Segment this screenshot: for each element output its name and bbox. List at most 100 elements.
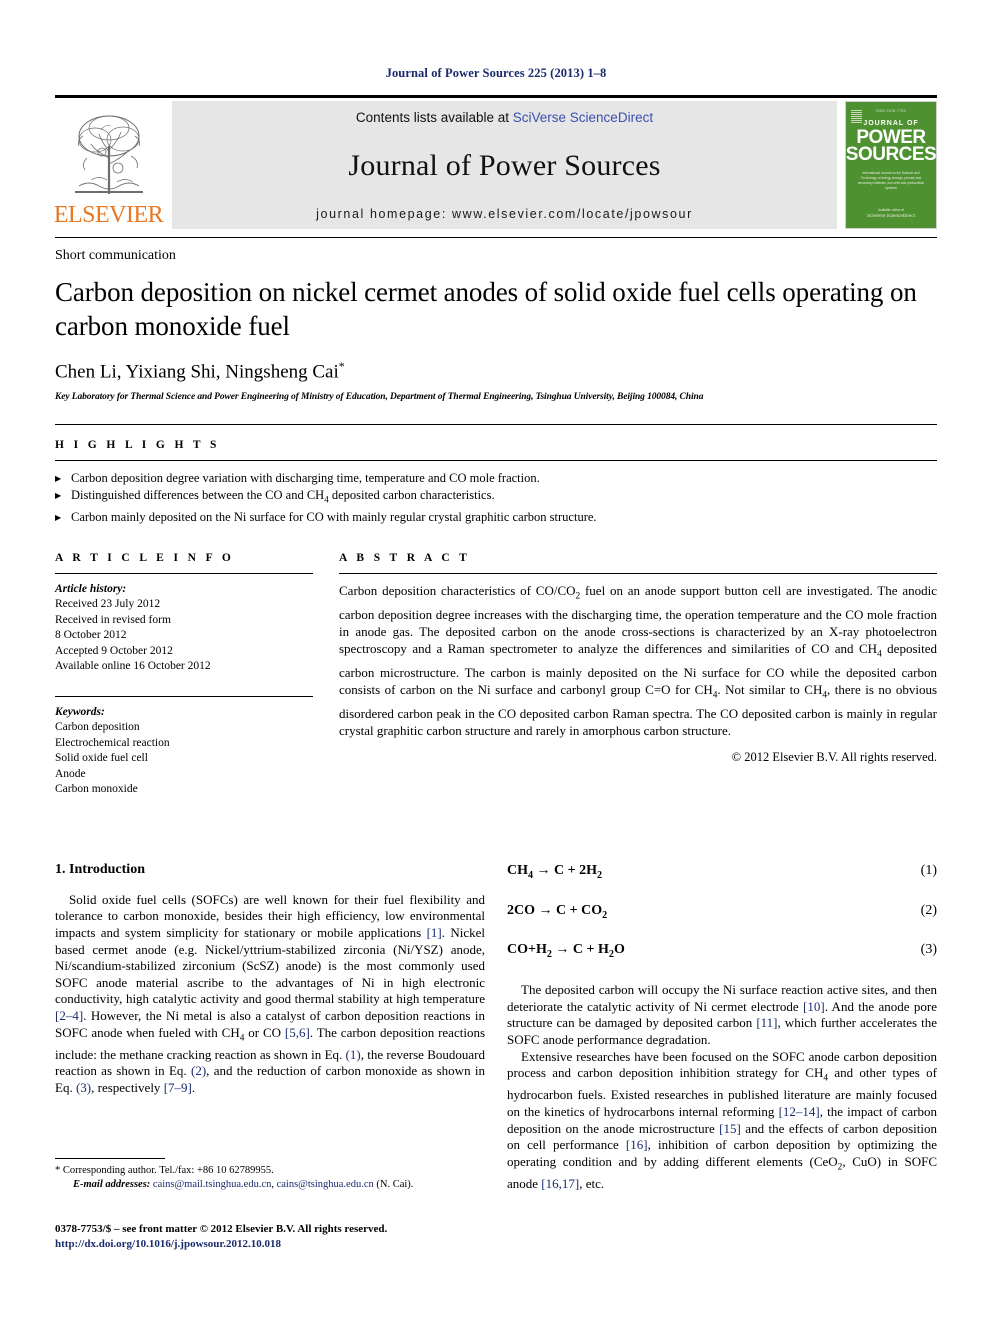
- citation-link[interactable]: [7–9]: [164, 1080, 192, 1095]
- paper-page: Journal of Power Sources 225 (2013) 1–8: [0, 0, 992, 1323]
- article-history-label: Article history:: [55, 582, 127, 595]
- journal-homepage-link[interactable]: journal homepage: www.elsevier.com/locat…: [316, 207, 693, 221]
- article-history-block: Article history: Received 23 July 2012 R…: [55, 574, 313, 675]
- elsevier-tree-icon: [74, 115, 143, 194]
- imprint-line: 0378-7753/$ – see front matter © 2012 El…: [55, 1223, 388, 1235]
- body-column-gap: [485, 862, 507, 1193]
- highlights-label: H I G H L I G H T S: [55, 439, 220, 452]
- journal-cover-thumbnail: ISSN 0378-7753 JOURNAL OF POWER SOURCES …: [845, 101, 937, 229]
- keyword-item: Solid oxide fuel cell: [55, 752, 148, 765]
- citation-link[interactable]: [10]: [803, 999, 825, 1014]
- highlight-text: Carbon mainly deposited on the Ni surfac…: [71, 509, 597, 524]
- history-item: Received 23 July 2012: [55, 598, 161, 611]
- history-item: 8 October 2012: [55, 629, 127, 642]
- cover-elsevier-mark: [851, 110, 862, 123]
- abstract-column: A B S T R A C T Carbon deposition charac…: [339, 552, 937, 798]
- body-columns: 1. Introduction Solid oxide fuel cells (…: [55, 862, 937, 1193]
- journal-title: Journal of Power Sources: [348, 149, 661, 182]
- article-info-column: A R T I C L E I N F O Article history: R…: [55, 552, 313, 798]
- contents-available-line: Contents lists available at SciVerse Sci…: [356, 110, 653, 125]
- equation-link[interactable]: (1): [346, 1047, 361, 1062]
- paragraph: Extensive researches have been focused o…: [507, 1048, 937, 1191]
- highlight-text: Carbon deposition degree variation with …: [71, 471, 540, 486]
- keywords-block: Keywords: Carbon deposition Electrochemi…: [55, 697, 313, 798]
- citation-link[interactable]: [12–14]: [779, 1104, 820, 1119]
- masthead-top-rule: [55, 95, 937, 98]
- equation-number: (3): [920, 942, 937, 958]
- body-left-column: 1. Introduction Solid oxide fuel cells (…: [55, 862, 485, 1193]
- paragraph: Solid oxide fuel cells (SOFCs) are well …: [55, 891, 486, 1095]
- doi-link[interactable]: http://dx.doi.org/10.1016/j.jpowsour.201…: [55, 1237, 525, 1252]
- author-list: Chen Li, Yixiang Shi, Ningsheng Cai*: [55, 359, 937, 383]
- info-abstract-row: A R T I C L E I N F O Article history: R…: [55, 552, 937, 798]
- corresponding-author-marker: *: [338, 359, 345, 373]
- keyword-item: Carbon monoxide: [55, 783, 138, 796]
- list-item: Distinguished differences between the CO…: [55, 487, 937, 509]
- keyword-item: Carbon deposition: [55, 721, 140, 734]
- paragraph: The deposited carbon will occupy the Ni …: [507, 982, 938, 1047]
- email-label: E-mail addresses:: [73, 1179, 151, 1190]
- equation-row: 2CO → C + CO2 (2): [507, 903, 937, 921]
- article-doctype: Short communication: [55, 248, 176, 263]
- equation-row: CO+H2 → C + H2O (3): [507, 942, 937, 960]
- highlights-list: Carbon deposition degree variation with …: [55, 461, 937, 526]
- abstract-copyright: © 2012 Elsevier B.V. All rights reserved…: [731, 750, 937, 765]
- journal-masthead: ELSEVIER Contents lists available at Sci…: [53, 101, 937, 229]
- equation-number: (2): [920, 902, 937, 918]
- history-item: Accepted 9 October 2012: [55, 644, 173, 657]
- body-right-column: CH4 → C + 2H2 (1) 2CO → C + CO2 (2) CO+H…: [507, 862, 937, 1193]
- abstract-label: A B S T R A C T: [339, 551, 471, 564]
- cover-footer: Available online at SciVerse ScienceDire…: [846, 208, 936, 218]
- list-item: Carbon deposition degree variation with …: [55, 470, 937, 487]
- history-item: Received in revised form: [55, 613, 171, 626]
- article-info-label: A R T I C L E I N F O: [55, 551, 235, 564]
- citation-link[interactable]: [16,17]: [541, 1176, 579, 1191]
- highlight-text: Distinguished differences between the CO…: [71, 488, 495, 505]
- list-item: Carbon mainly deposited on the Ni surfac…: [55, 509, 937, 526]
- citation-link[interactable]: [16]: [626, 1137, 648, 1152]
- equation-formula: 2CO → C + CO2: [507, 902, 608, 921]
- keyword-item: Anode: [55, 767, 86, 780]
- masthead-center-band: Contents lists available at SciVerse Sci…: [172, 101, 837, 229]
- history-item: Available online 16 October 2012: [55, 660, 211, 673]
- affiliation: Key Laboratory for Thermal Science and P…: [55, 392, 704, 403]
- column-gap: [313, 552, 339, 798]
- section-heading-introduction: 1. Introduction: [55, 861, 145, 877]
- cover-issn: ISSN 0378-7753: [876, 109, 906, 113]
- corresponding-author-footnote: * Corresponding author. Tel./fax: +86 10…: [55, 1165, 274, 1176]
- email-suffix: (N. Cai).: [376, 1179, 414, 1190]
- keywords-label: Keywords:: [55, 705, 105, 718]
- equation-row: CH4 → C + 2H2 (1): [507, 863, 937, 881]
- citation-link[interactable]: [5,6]: [285, 1025, 310, 1040]
- equation-number: (1): [920, 862, 937, 878]
- contents-prefix: Contents lists available at: [355, 110, 513, 125]
- email-link-1[interactable]: cains@mail.tsinghua.edu.cn: [153, 1179, 271, 1190]
- footnote-rule: [55, 1158, 165, 1159]
- email-link-2[interactable]: cains@tsinghua.edu.cn: [277, 1179, 374, 1190]
- equation-formula: CO+H2 → C + H2O: [507, 942, 625, 961]
- author-names: Chen Li, Yixiang Shi, Ningsheng Cai: [55, 361, 339, 383]
- elsevier-wordmark: ELSEVIER: [53, 202, 164, 228]
- keyword-item: Electrochemical reaction: [55, 736, 170, 749]
- page-title: Carbon deposition on nickel cermet anode…: [55, 277, 917, 341]
- equation-link[interactable]: (2): [191, 1063, 206, 1078]
- cover-line-sources: SOURCES: [845, 144, 937, 165]
- sciencedirect-link[interactable]: SciVerse ScienceDirect: [513, 110, 653, 125]
- footnotes: * Corresponding author. Tel./fax: +86 10…: [55, 1158, 485, 1192]
- citation-link[interactable]: [2–4]: [55, 1008, 83, 1023]
- imprint-block: 0378-7753/$ – see front matter © 2012 El…: [55, 1222, 525, 1252]
- citation-link[interactable]: [11]: [756, 1015, 777, 1030]
- citation-link[interactable]: [15]: [719, 1121, 741, 1136]
- running-head: Journal of Power Sources 225 (2013) 1–8: [385, 66, 607, 80]
- email-footnote: E-mail addresses: cains@mail.tsinghua.ed…: [55, 1178, 485, 1192]
- elsevier-logo: ELSEVIER: [53, 101, 164, 229]
- highlights-top-rule: [55, 424, 937, 426]
- article-head-rule: [55, 237, 937, 238]
- citation-link[interactable]: [1]: [427, 925, 442, 940]
- equation-link[interactable]: (3): [76, 1080, 91, 1095]
- cover-line-journal-of: JOURNAL OF: [863, 120, 919, 127]
- cover-footer-big: SciVerse ScienceDirect: [867, 213, 915, 218]
- equation-formula: CH4 → C + 2H2: [507, 862, 603, 881]
- abstract-text: Carbon deposition characteristics of CO/…: [339, 582, 938, 739]
- cover-subtitle: International Journal on the Science and…: [857, 171, 925, 190]
